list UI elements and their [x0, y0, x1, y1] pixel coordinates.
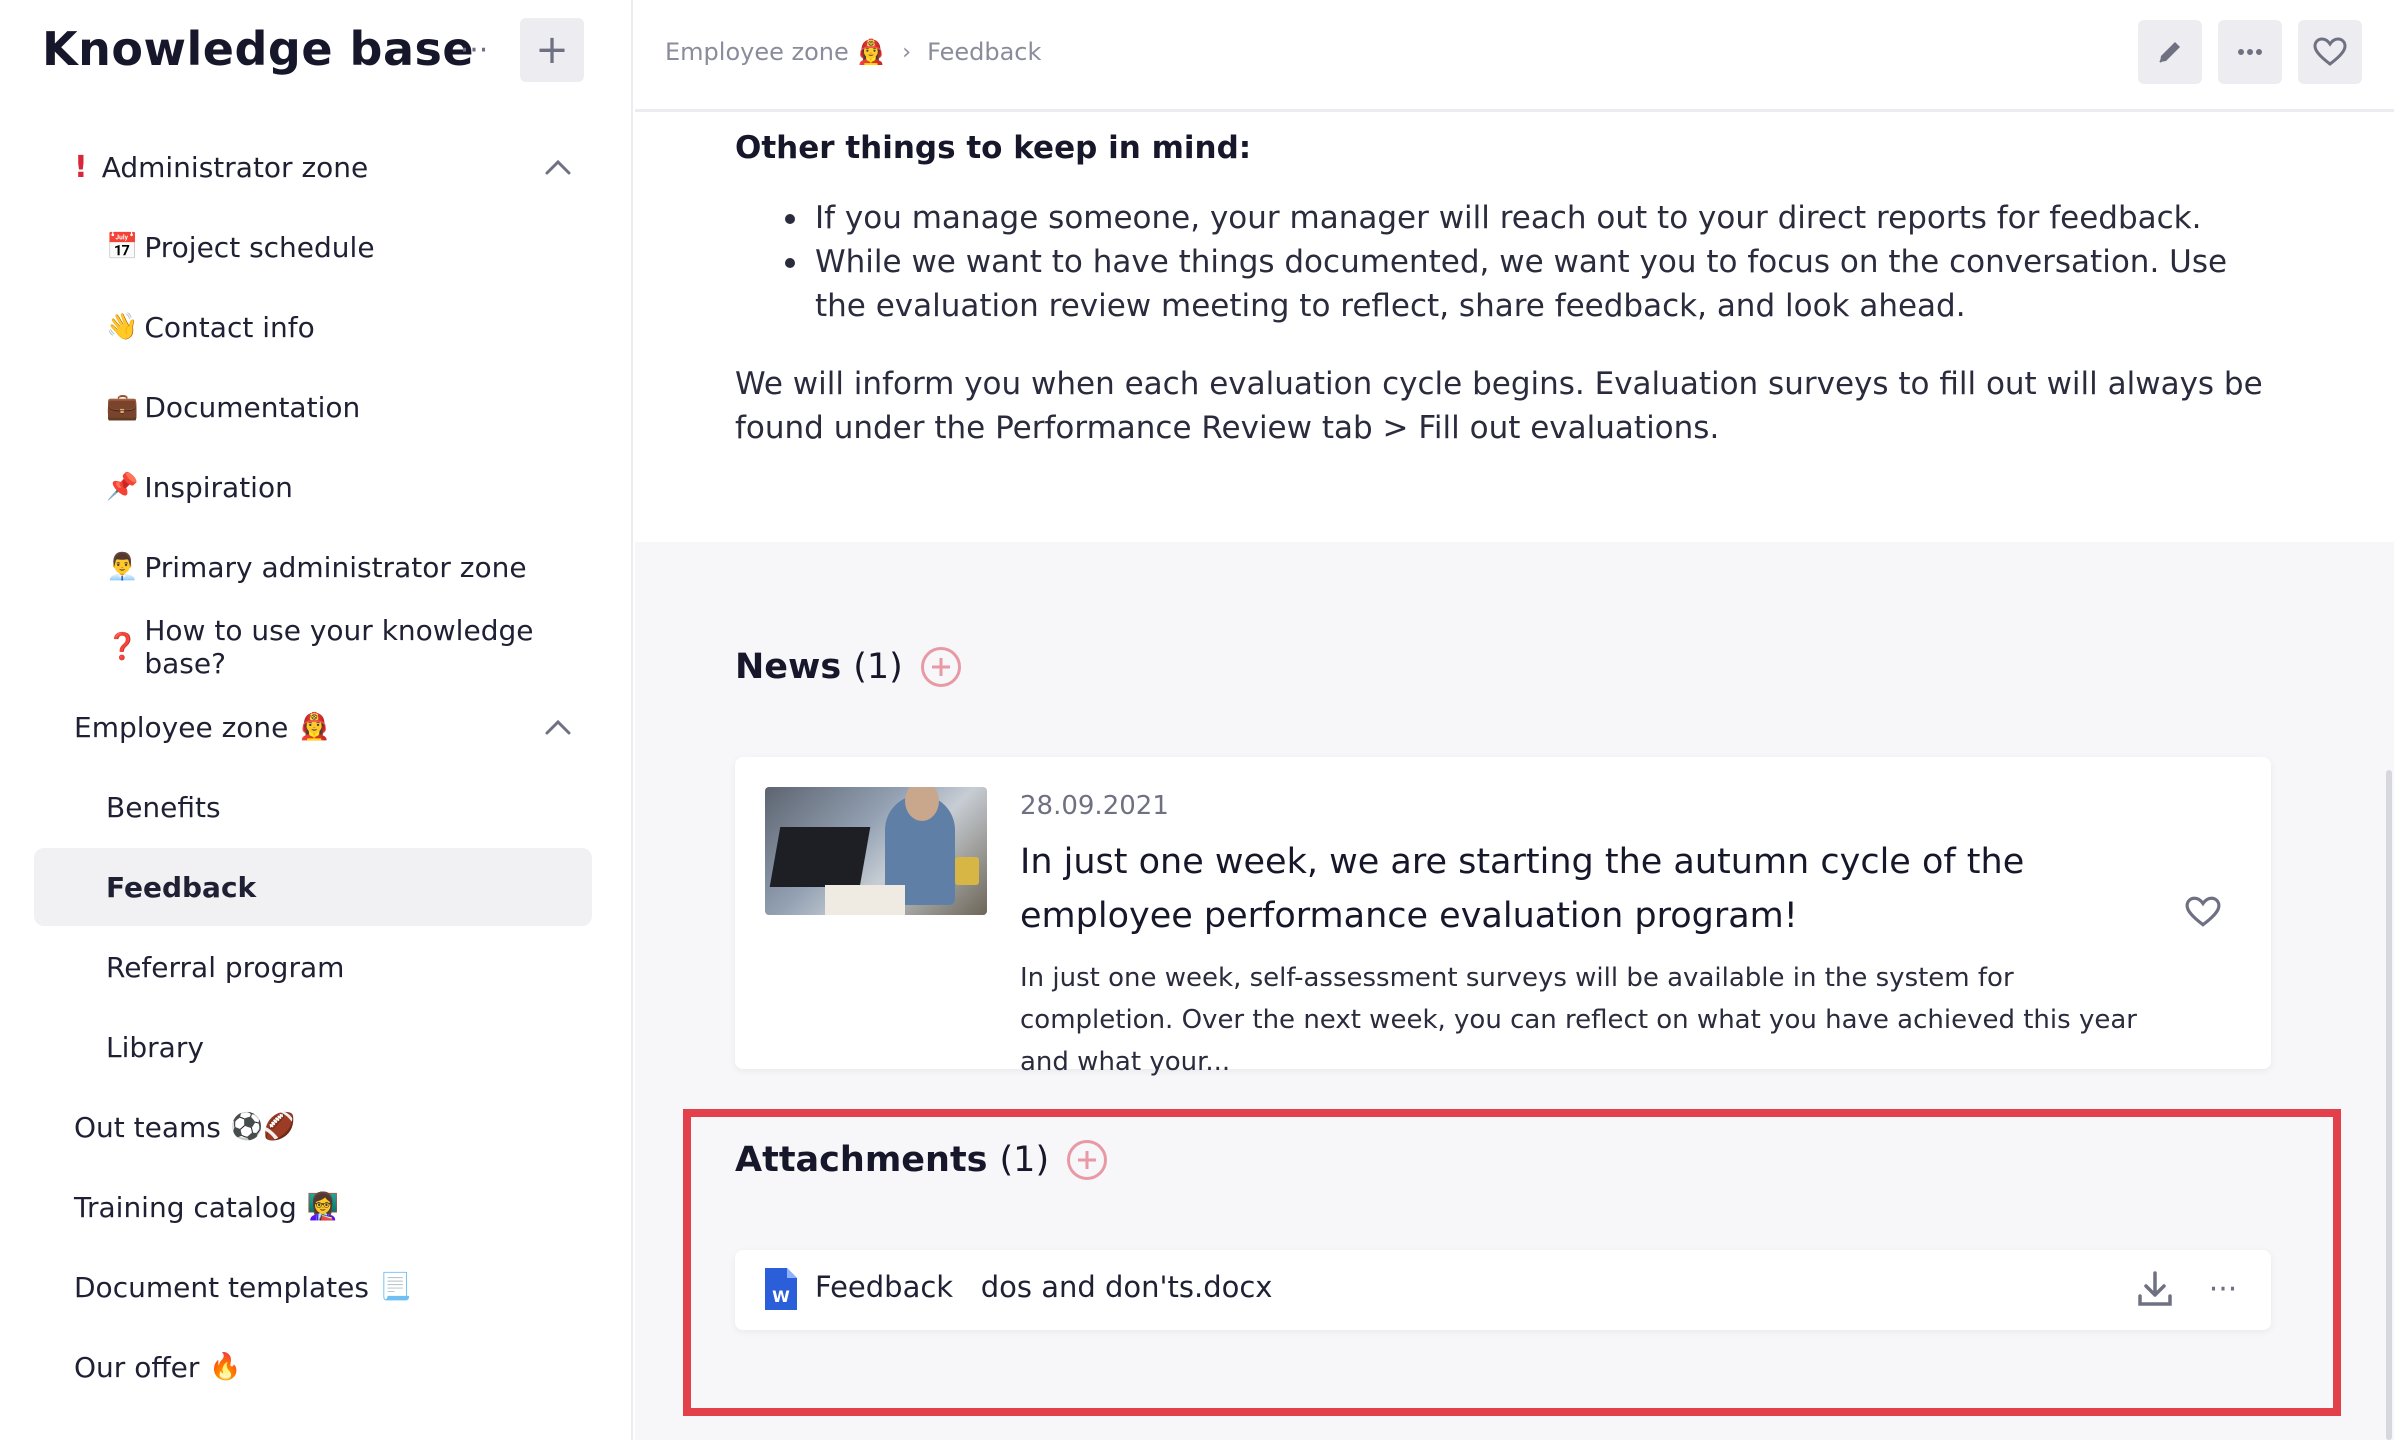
sidebar-item-library[interactable]: Library [34, 1008, 592, 1086]
breadcrumb-separator: › [902, 39, 912, 65]
word-document-icon: W [765, 1268, 797, 1310]
edit-button[interactable] [2138, 20, 2202, 84]
breadcrumb-parent-label: Employee zone [665, 38, 849, 66]
scroll-icon: 📃 [378, 1272, 412, 1302]
sidebar-item-label: Our offer [74, 1350, 200, 1384]
news-headline[interactable]: In just one week, we are starting the au… [1020, 835, 2140, 943]
article-bullet-list: If you manage someone, your manager will… [735, 196, 2235, 328]
more-options-icon[interactable]: ··· [452, 28, 496, 72]
news-count: (1) [853, 647, 903, 687]
pushpin-icon: 📌 [106, 472, 139, 502]
sidebar-header: Knowledge base ··· + [0, 0, 633, 110]
sidebar-item-label: Feedback [106, 870, 257, 904]
calendar-icon: 📅 [106, 232, 139, 262]
breadcrumb-parent[interactable]: Employee zone 👩‍🚒 [665, 38, 886, 66]
sidebar-item-label: Primary administrator zone [144, 550, 527, 584]
news-section-title: News (1) [735, 647, 961, 687]
list-item: If you manage someone, your manager will… [735, 196, 2235, 240]
sidebar-item-our-offer[interactable]: Our offer 🔥 [34, 1328, 592, 1406]
more-horizontal-icon[interactable]: ··· [2203, 1272, 2243, 1307]
sidebar-item-inspiration[interactable]: 📌 Inspiration [34, 448, 592, 526]
sidebar-item-label: Benefits [106, 790, 221, 824]
chevron-up-icon[interactable] [544, 154, 572, 182]
sidebar-item-contact-info[interactable]: 👋 Contact info [34, 288, 592, 366]
news-excerpt: In just one week, self-assessment survey… [1020, 963, 2137, 1077]
news-card[interactable]: 28.09.2021 In just one week, we are star… [735, 757, 2271, 1077]
news-date: 28.09.2021 [1020, 791, 1169, 821]
main-content: Other things to keep in mind: If you man… [635, 112, 2394, 1440]
heart-icon [2313, 37, 2347, 66]
sidebar-item-referral-program[interactable]: Referral program [34, 928, 592, 1006]
svg-text:W: W [772, 1287, 790, 1306]
breadcrumb: Employee zone 👩‍🚒 › Feedback [665, 38, 1041, 66]
sidebar-item-label: Out teams [74, 1110, 221, 1144]
news-title-label: News [735, 647, 842, 687]
sidebar-item-employee-zone[interactable]: Employee zone 👩‍🚒 [34, 688, 592, 766]
sidebar-item-label: How to use your knowledge base? [144, 614, 534, 680]
attachments-section-title: Attachments (1) [735, 1140, 1108, 1180]
sidebar: Knowledge base ··· + ! Administrator zon… [0, 0, 633, 1440]
pencil-icon [2159, 42, 2180, 63]
article-paragraph: We will inform you when each evaluation … [735, 366, 2263, 446]
sidebar-item-project-schedule[interactable]: 📅 Project schedule [34, 208, 592, 286]
scrollbar[interactable] [2386, 770, 2392, 1440]
top-bar: Employee zone 👩‍🚒 › Feedback [635, 0, 2394, 112]
sidebar-item-feedback[interactable]: Feedback [34, 848, 592, 926]
sidebar-item-label: Referral program [106, 950, 345, 984]
article-heading: Other things to keep in mind: [735, 130, 1252, 166]
sidebar-title: Knowledge base [42, 22, 475, 76]
sidebar-item-label: Document templates [74, 1270, 369, 1304]
sidebar-item-training-catalog[interactable]: Training catalog 👩‍🏫 [34, 1168, 592, 1246]
sidebar-item-primary-administrator-zone[interactable]: 👨‍💼 Primary administrator zone [34, 528, 592, 606]
download-icon[interactable] [2137, 1270, 2173, 1308]
sidebar-item-out-teams[interactable]: Out teams ⚽🏈 [34, 1088, 592, 1166]
add-news-icon[interactable] [920, 647, 961, 687]
sidebar-item-label: Employee zone [74, 710, 289, 744]
question-mark-icon: ❓ [106, 632, 139, 662]
heart-icon[interactable] [2185, 895, 2221, 929]
sidebar-item-administrator-zone[interactable]: ! Administrator zone [34, 128, 592, 206]
article-body: Other things to keep in mind: If you man… [635, 112, 2394, 542]
sidebar-item-label: Training catalog [74, 1190, 297, 1224]
attachments-count: (1) [999, 1140, 1050, 1180]
attachments-title-label: Attachments [735, 1140, 988, 1180]
sidebar-item-label: Library [106, 1030, 204, 1064]
exclamation-icon: ! [74, 149, 88, 185]
sidebar-item-label: Project schedule [144, 230, 375, 264]
sidebar-item-label: Administrator zone [101, 150, 369, 184]
teacher-icon: 👩‍🏫 [306, 1192, 340, 1222]
sidebar-item-label: Documentation [144, 390, 361, 424]
sidebar-item-document-templates[interactable]: Document templates 📃 [34, 1248, 592, 1326]
fire-icon: 🔥 [209, 1352, 242, 1382]
briefcase-icon: 💼 [106, 392, 139, 422]
add-page-button[interactable]: + [520, 18, 584, 82]
sidebar-item-benefits[interactable]: Benefits [34, 768, 592, 846]
office-worker-icon: 👨‍💼 [106, 552, 139, 582]
more-horizontal-icon [2238, 49, 2262, 55]
sidebar-item-label: Contact info [144, 310, 315, 344]
sidebar-item-how-to-use[interactable]: ❓ How to use your knowledge base? [34, 608, 592, 686]
sidebar-item-label: Inspiration [144, 470, 293, 504]
more-button[interactable] [2218, 20, 2282, 84]
attachment-item[interactable]: W Feedback dos and don'ts.docx ··· [735, 1250, 2271, 1330]
chevron-up-icon[interactable] [544, 714, 572, 742]
breadcrumb-current: Feedback [927, 38, 1042, 66]
list-item: While we want to have things documented,… [735, 240, 2235, 328]
waving-hand-icon: 👋 [106, 312, 139, 342]
add-attachment-icon[interactable] [1067, 1140, 1108, 1180]
firefighter-icon: 👩‍🚒 [856, 38, 887, 66]
news-thumbnail [765, 787, 987, 915]
sidebar-item-documentation[interactable]: 💼 Documentation [34, 368, 592, 446]
attachment-file-name[interactable]: Feedback dos and don'ts.docx [815, 1270, 1272, 1304]
firefighter-icon: 👩‍🚒 [298, 712, 331, 742]
favorite-button[interactable] [2298, 20, 2362, 84]
sports-balls-icon: ⚽🏈 [230, 1112, 296, 1142]
